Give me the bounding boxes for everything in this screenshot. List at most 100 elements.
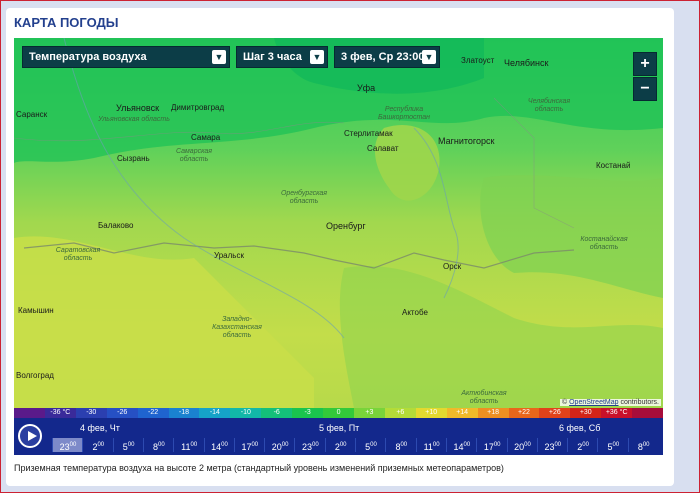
tick-hour: 23 <box>59 442 70 452</box>
tick-minutes: 00 <box>400 442 408 448</box>
timeline[interactable]: 4 фев, Чт 5 фев, Пт 6 фев, Сб 2300 200 500… <box>14 418 663 455</box>
scale-step: -14 <box>199 408 231 418</box>
timeline-tick[interactable]: 800 <box>385 438 416 452</box>
zoom-in-button[interactable]: + <box>633 52 657 76</box>
region-label: Оренбургская область <box>280 190 328 205</box>
tick-hour: 20 <box>514 442 525 452</box>
tick-minutes: 00 <box>69 442 77 448</box>
tick-hour: 23 <box>302 442 313 452</box>
region-label: Самарская область <box>175 148 213 163</box>
chevron-down-icon: ▼ <box>422 50 436 64</box>
tick-minutes: 00 <box>190 442 198 448</box>
scale-step <box>632 408 664 418</box>
scale-step: -6 <box>261 408 293 418</box>
timeline-tick[interactable]: 1100 <box>415 438 447 452</box>
play-button[interactable] <box>18 424 42 448</box>
region-label: Саратовская область <box>55 247 101 262</box>
weather-map[interactable]: Златоуст Челябинск Уфа Саранск Ульяновск… <box>14 38 663 408</box>
region-label: Челябинская область <box>527 98 571 113</box>
timeline-tick[interactable]: 1100 <box>173 438 204 452</box>
datetime-select-value: 3 фев, Ср 23:00 <box>341 51 425 63</box>
timeline-tick[interactable]: 1400 <box>203 438 235 452</box>
city-label: Камышин <box>18 306 54 315</box>
weather-map-panel: КАРТА ПОГОДЫ Златоуст Челябинск Уфа Сара… <box>6 8 674 486</box>
tick-hour: 11 <box>181 442 191 452</box>
datetime-select[interactable]: 3 фев, Ср 23:00 ▼ <box>334 46 440 68</box>
timeline-tick[interactable]: 800 <box>627 438 659 452</box>
timeline-tick[interactable]: 1400 <box>445 438 477 452</box>
city-label: Балаково <box>98 221 134 230</box>
city-label: Магнитогорск <box>438 136 495 146</box>
scale-step: +3 <box>353 408 385 418</box>
scale-step: +6 <box>384 408 416 418</box>
timeline-tick[interactable]: 1700 <box>476 438 507 452</box>
tick-minutes: 00 <box>127 442 135 448</box>
day-label: 4 фев, Чт <box>80 423 120 433</box>
scale-step: -30 <box>75 408 107 418</box>
day-label: 6 фев, Сб <box>559 423 601 433</box>
city-label: Орск <box>443 262 462 271</box>
timeline-tick[interactable]: 500 <box>355 438 386 452</box>
city-label: Златоуст <box>461 56 495 65</box>
timeline-tick[interactable]: 2300 <box>536 438 568 452</box>
city-label: Челябинск <box>504 58 549 68</box>
tick-minutes: 00 <box>524 442 531 448</box>
city-label: Димитровград <box>171 103 225 112</box>
chevron-down-icon: ▼ <box>310 50 324 64</box>
tick-minutes: 00 <box>582 442 589 448</box>
step-select-value: Шаг 3 часа <box>243 51 302 63</box>
tick-minutes: 00 <box>432 442 440 448</box>
temperature-scale: -36 °C -30 -26 -22 -18 -14 -10 -6 -3 0 +3 +6 +10 +14 +… <box>14 408 664 418</box>
region-label: Костанайская область <box>580 236 628 251</box>
layer-select-value: Температура воздуха <box>29 51 147 63</box>
tick-minutes: 00 <box>554 442 562 448</box>
timeline-tick[interactable]: 500 <box>112 438 144 452</box>
tick-hour: 17 <box>483 442 494 452</box>
scale-step: +30 <box>570 408 602 418</box>
timeline-tick[interactable]: 2300 <box>294 438 325 452</box>
timeline-tick[interactable]: 2000 <box>264 438 295 452</box>
tick-minutes: 00 <box>281 442 289 448</box>
scale-step: +36 °C <box>601 408 633 418</box>
city-label: Актобе <box>402 308 428 317</box>
tick-minutes: 00 <box>251 442 259 448</box>
step-select[interactable]: Шаг 3 часа ▼ <box>236 46 328 68</box>
scale-step: -10 <box>230 408 262 418</box>
region-label: Республика Башкортостан <box>378 106 430 121</box>
page-title: КАРТА ПОГОДЫ <box>14 15 119 30</box>
timeline-tick[interactable]: 200 <box>82 438 113 452</box>
tick-hour: 14 <box>211 442 222 452</box>
tick-minutes: 00 <box>642 442 650 448</box>
region-label: Ульяновская область <box>98 116 170 123</box>
openstreetmap-link[interactable]: OpenStreetMap <box>569 399 618 406</box>
city-label: Сызрань <box>117 154 150 163</box>
city-label: Салават <box>367 144 399 153</box>
timeline-tick[interactable]: 500 <box>597 438 628 452</box>
layer-select[interactable]: Температура воздуха ▼ <box>22 46 230 68</box>
scale-step: +18 <box>477 408 509 418</box>
timeline-tick[interactable]: 200 <box>567 438 598 452</box>
tick-hour: 20 <box>271 442 282 452</box>
attribution-suffix: contributors. <box>618 399 659 406</box>
timeline-tick[interactable]: 2000 <box>506 438 538 452</box>
region-label: Актюбинская область <box>461 390 507 405</box>
region-label: Западно-Казахстанская область <box>212 316 262 339</box>
tick-minutes: 00 <box>312 442 319 448</box>
scale-step <box>14 408 45 418</box>
city-label: Костанай <box>596 161 631 170</box>
scale-step: 0 <box>323 408 354 418</box>
tick-minutes: 00 <box>463 442 471 448</box>
city-label: Самара <box>191 133 221 142</box>
city-label: Уральск <box>214 251 244 260</box>
timeline-tick[interactable]: 2300 <box>52 438 83 452</box>
timeline-tick[interactable]: 200 <box>324 438 356 452</box>
zoom-out-button[interactable]: − <box>633 77 657 101</box>
tick-hour: 17 <box>241 442 252 452</box>
timeline-tick[interactable]: 800 <box>142 438 174 452</box>
tick-minutes: 00 <box>221 442 228 448</box>
map-caption: Приземная температура воздуха на высоте … <box>14 463 504 473</box>
city-label: Оренбург <box>326 221 366 231</box>
timeline-tick[interactable]: 1700 <box>233 438 265 452</box>
scale-step: -3 <box>292 408 324 418</box>
tick-hour: 14 <box>453 442 464 452</box>
